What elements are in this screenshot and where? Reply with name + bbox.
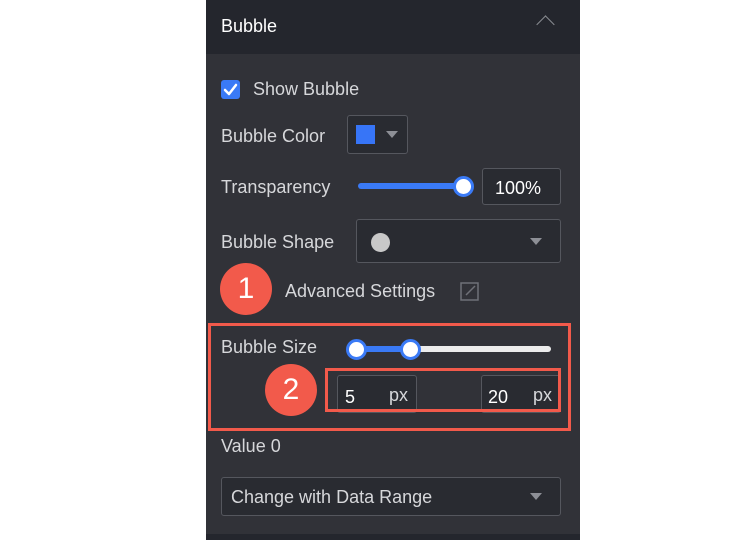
check-icon [223, 83, 238, 96]
transparency-label: Transparency [221, 177, 331, 197]
edit-icon[interactable] [460, 282, 479, 301]
chevron-up-icon[interactable] [536, 15, 555, 34]
bubble-color-label: Bubble Color [221, 126, 326, 146]
bubble-settings-panel: Bubble Show Bubble Bubble Color Transpar… [206, 0, 580, 540]
show-bubble-label[interactable]: Show Bubble [253, 79, 359, 100]
annotation-badge-2: 2 [265, 364, 317, 416]
transparency-slider-thumb[interactable] [453, 176, 474, 197]
advanced-settings-label[interactable]: Advanced Settings [285, 281, 435, 302]
caret-down-icon [530, 493, 542, 500]
value-mode-selected: Change with Data Range [231, 487, 433, 507]
color-swatch [356, 125, 375, 144]
bubble-color-picker[interactable] [347, 115, 408, 154]
panel-footer-divider [206, 534, 580, 540]
panel-title: Bubble [221, 16, 278, 36]
value-mode-dropdown[interactable]: Change with Data Range [221, 477, 561, 516]
value-label: Value 0 [221, 436, 281, 456]
transparency-value: 100% [495, 178, 542, 198]
bubble-size-min-thumb[interactable] [346, 339, 367, 360]
annotation-badge-1: 1 [220, 263, 272, 315]
caret-down-icon [530, 238, 542, 245]
caret-down-icon [386, 131, 398, 138]
show-bubble-checkbox[interactable] [221, 80, 240, 99]
transparency-slider-track[interactable] [358, 183, 464, 189]
bubble-size-label: Bubble Size [221, 337, 318, 357]
bubble-size-inputs-highlight [325, 368, 561, 412]
bubble-shape-dropdown[interactable] [356, 219, 561, 263]
bubble-shape-label: Bubble Shape [221, 232, 335, 252]
circle-shape-icon [371, 233, 390, 252]
bubble-size-max-thumb[interactable] [400, 339, 421, 360]
transparency-input[interactable]: 100% [482, 168, 561, 205]
panel-header[interactable]: Bubble [206, 0, 580, 54]
